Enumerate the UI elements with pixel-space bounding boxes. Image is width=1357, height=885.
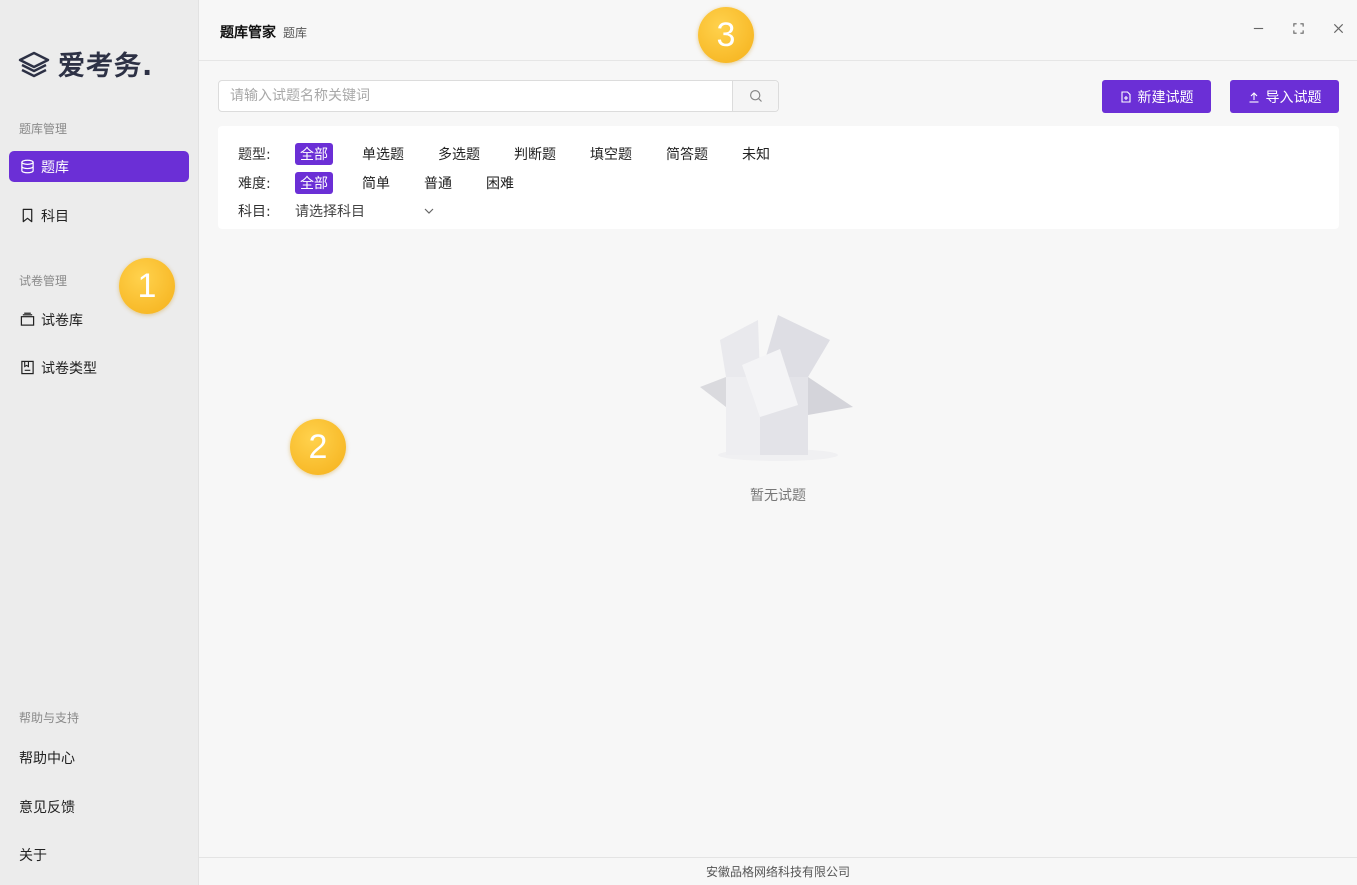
about-link[interactable]: 关于 (19, 845, 47, 865)
breadcrumb: 题库 (283, 26, 308, 40)
difficulty-chip-easy[interactable]: 简单 (357, 172, 395, 194)
subject-select[interactable]: 请选择科目 (295, 201, 435, 221)
new-question-label: 新建试题 (1137, 89, 1194, 106)
title-bar: 题库管家 题库 (199, 0, 1357, 61)
subject-select-placeholder: 请选择科目 (295, 204, 365, 220)
type-chip-judge[interactable]: 判断题 (509, 143, 561, 165)
difficulty-chip-normal[interactable]: 普通 (419, 172, 457, 194)
brand-logo: 爱考务. (18, 44, 153, 83)
database-icon (21, 159, 34, 174)
chevron-down-icon (424, 208, 434, 214)
filter-row-type: 题型: 全部 单选题 多选题 判断题 填空题 简答题 未知 (238, 143, 799, 165)
empty-box-illustration (700, 315, 853, 461)
type-chip-multi[interactable]: 多选题 (433, 143, 485, 165)
filter-label-subject: 科目: (238, 204, 271, 220)
help-center-link[interactable]: 帮助中心 (19, 748, 75, 768)
section-label-help: 帮助与支持 (19, 711, 80, 725)
difficulty-chip-hard[interactable]: 困难 (481, 172, 519, 194)
section-label-paper: 试卷管理 (19, 274, 68, 288)
section-label-question: 题库管理 (19, 122, 68, 136)
footer: 安徽品格网络科技有限公司 (199, 857, 1357, 885)
new-question-button[interactable]: 新建试题 (1102, 80, 1211, 113)
step-badge-1: 1 (119, 258, 175, 314)
sidebar-item-label: 科目 (41, 208, 69, 225)
filter-row-difficulty: 难度: 全部 简单 普通 困难 (238, 172, 543, 194)
minimize-icon (1253, 27, 1263, 29)
fullscreen-icon (1292, 22, 1304, 34)
search-input[interactable] (219, 81, 732, 111)
type-chip-fill[interactable]: 填空题 (585, 143, 637, 165)
search-box (218, 80, 779, 112)
close-button[interactable] (1330, 20, 1346, 36)
type-chip-single[interactable]: 单选题 (357, 143, 409, 165)
filter-label-type: 题型: (238, 147, 271, 163)
upload-icon (1249, 91, 1258, 103)
brand-name: 爱考务. (58, 51, 154, 82)
sidebar-item-label: 题库 (41, 159, 69, 176)
import-question-button[interactable]: 导入试题 (1230, 80, 1339, 113)
company-name: 安徽品格网络科技有限公司 (705, 865, 850, 879)
sidebar-item-label: 试卷类型 (41, 360, 97, 377)
type-chip-unknown[interactable]: 未知 (737, 143, 775, 165)
feedback-link[interactable]: 意见反馈 (19, 797, 75, 817)
layers-icon (20, 312, 35, 326)
sidebar-item-paper-type[interactable]: 试卷类型 (9, 352, 189, 383)
filter-row-subject: 科目: 请选择科目 (238, 201, 435, 221)
sidebar-item-label: 试卷库 (41, 312, 83, 329)
empty-state-text: 暂无试题 (0, 485, 1357, 505)
filter-label-difficulty: 难度: (238, 176, 271, 192)
bookmark-icon (22, 208, 33, 223)
sidebar-item-bank[interactable]: 题库 (9, 151, 189, 182)
type-chip-short[interactable]: 简答题 (661, 143, 713, 165)
minimize-button[interactable] (1250, 20, 1266, 36)
filter-panel: 题型: 全部 单选题 多选题 判断题 填空题 简答题 未知 难度: 全部 简单 … (218, 126, 1339, 229)
close-icon (1333, 23, 1343, 33)
empty-state-label: 暂无试题 (750, 488, 806, 504)
step-badge-2: 2 (290, 419, 346, 475)
sidebar: 爱考务. 题库管理 题库 科目 试卷管理 试卷库 试卷类型 帮助与支持 帮助中心… (0, 0, 199, 885)
stack-logo-icon (18, 51, 50, 77)
new-file-icon (1120, 90, 1131, 103)
document-icon (21, 360, 34, 375)
search-icon (749, 89, 762, 102)
import-question-label: 导入试题 (1265, 89, 1322, 106)
maximize-button[interactable] (1290, 20, 1306, 36)
difficulty-chip-all[interactable]: 全部 (295, 172, 333, 194)
type-chip-all[interactable]: 全部 (295, 143, 333, 165)
sidebar-item-subject[interactable]: 科目 (9, 200, 189, 231)
app-title: 题库管家 (220, 25, 276, 41)
search-button[interactable] (732, 81, 778, 111)
step-badge-3: 3 (698, 7, 754, 63)
